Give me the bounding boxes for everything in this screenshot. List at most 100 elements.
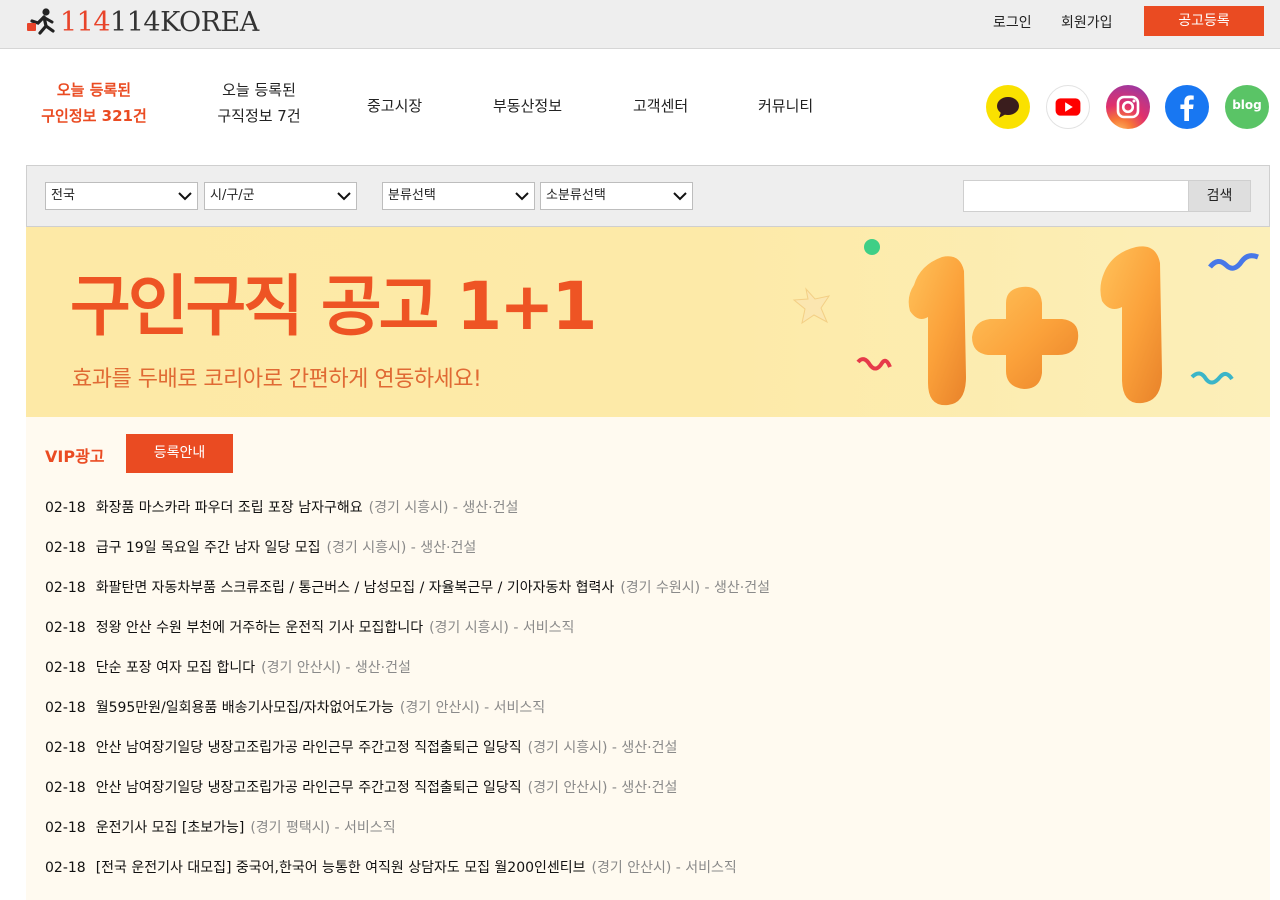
job-list-item[interactable]: 02-18 화장품 마스카라 파우더 조립 포장 남자구해요 (경기 시흥시) - …: [45, 497, 518, 519]
job-list-item[interactable]: 02-18 급구 19일 목요일 주간 남자 일당 모집 (경기 시흥시) - 생산…: [45, 537, 476, 559]
job-title: [전국 운전기사 대모집] 중국어,한국어 능통한 여직원 상담자도 모집 월2…: [95, 860, 586, 876]
job-location: (경기 시흥시): [326, 540, 407, 556]
promo-banner[interactable]: 구인구직 공고 1+1 효과를 두배로 코리아로 간편하게 연동하세요!: [26, 227, 1270, 417]
nav-today-seeking-line1: 오늘 등록된: [222, 81, 296, 99]
one-plus-one-illustration: [792, 239, 1259, 406]
job-date: 02-18: [45, 660, 86, 676]
nav-today-hiring-line2: 구인정보 321건: [41, 107, 147, 125]
job-date: 02-18: [45, 500, 86, 516]
job-title: 월595만원/일회용품 배송기사모집/자차없어도가능: [95, 700, 394, 716]
job-location: (경기 안산시): [591, 860, 672, 876]
job-category: - 생산·건설: [611, 740, 678, 756]
youtube-icon[interactable]: [1046, 85, 1090, 129]
nav-today-seeking-line2: 구직정보 7건: [217, 107, 301, 125]
logo-text: 114114KOREA: [60, 7, 259, 38]
search-button[interactable]: 검색: [1188, 180, 1251, 212]
nav-customer-center[interactable]: 고객센터: [633, 93, 688, 119]
job-category: - 생산·건설: [611, 780, 678, 796]
job-location: (경기 시흥시): [527, 740, 608, 756]
search-bar: 전국 시/구/군 분류선택 소분류선택 검색: [26, 165, 1270, 227]
job-date: 02-18: [45, 780, 86, 796]
blog-label: blog: [1232, 98, 1262, 112]
job-category: - 생산·건설: [704, 580, 771, 596]
job-location: (경기 시흥시): [429, 620, 509, 636]
job-location: (경기 평택시): [250, 820, 331, 836]
job-title: 안산 남여장기일당 냉장고조립가공 라인근무 주간고정 직접출퇴근 일당직: [95, 740, 522, 756]
district-select-value: 시/구/군: [210, 188, 255, 203]
job-date: 02-18: [45, 580, 86, 596]
category-select[interactable]: 분류선택: [382, 182, 535, 210]
job-list-item[interactable]: 02-18 단순 포장 여자 모집 합니다 (경기 안산시) - 생산·건설: [45, 657, 411, 679]
job-list-item[interactable]: 02-18 정왕 안산 수원 부천에 거주하는 운전직 기사 모집합니다 (경기 시…: [45, 617, 574, 639]
subcategory-select-value: 소분류선택: [546, 188, 606, 203]
district-select[interactable]: 시/구/군: [204, 182, 357, 210]
facebook-f-icon: [1180, 95, 1194, 121]
kakao-bubble-icon: [997, 97, 1019, 118]
job-list-item[interactable]: 02-18 월595만원/일회용품 배송기사모집/자차없어도가능 (경기 안산시) …: [45, 697, 545, 719]
chevron-down-icon: [673, 192, 687, 201]
blog-icon[interactable]: blog: [1225, 85, 1269, 129]
facebook-icon[interactable]: [1165, 85, 1209, 129]
job-date: 02-18: [45, 700, 86, 716]
job-date: 02-18: [45, 540, 86, 556]
job-category: - 서비스직: [513, 620, 575, 636]
youtube-play-icon: [1055, 98, 1081, 116]
job-date: 02-18: [45, 620, 86, 636]
nav-today-hiring-line1: 오늘 등록된: [56, 81, 132, 99]
job-list-item[interactable]: 02-18 안산 남여장기일당 냉장고조립가공 라인근무 주간고정 직접출퇴근 일…: [45, 737, 677, 759]
job-category: - 서비스직: [675, 860, 737, 876]
chevron-down-icon: [178, 192, 192, 201]
job-location: (경기 안산시): [399, 700, 480, 716]
chevron-down-icon: [337, 192, 351, 201]
subcategory-select[interactable]: 소분류선택: [540, 182, 693, 210]
region-select-value: 전국: [51, 188, 75, 203]
job-location: (경기 시흥시): [368, 500, 449, 516]
job-category: - 생산·건설: [452, 500, 519, 516]
banner-title: 구인구직 공고 1+1: [70, 268, 597, 345]
job-date: 02-18: [45, 740, 86, 756]
registration-info-button[interactable]: 등록안내: [126, 434, 233, 473]
job-title: 급구 19일 목요일 주간 남자 일당 모집: [95, 540, 321, 556]
job-category: - 서비스직: [334, 820, 396, 836]
instagram-icon[interactable]: [1106, 85, 1150, 129]
job-category: - 서비스직: [484, 700, 546, 716]
job-title: 정왕 안산 수원 부천에 거주하는 운전직 기사 모집합니다: [95, 620, 424, 636]
nav-real-estate[interactable]: 부동산정보: [493, 93, 562, 119]
job-category: - 생산·건설: [345, 660, 411, 676]
job-title: 안산 남여장기일당 냉장고조립가공 라인근무 주간고정 직접출퇴근 일당직: [95, 780, 522, 796]
job-list-item[interactable]: 02-18 [전국 운전기사 대모집] 중국어,한국어 능통한 여직원 상담자도 …: [45, 857, 737, 879]
job-list-item[interactable]: 02-18 안산 남여장기일당 냉장고조립가공 라인근무 주간고정 직접출퇴근 일…: [45, 777, 677, 799]
logo-text-suffix: 114KOREA: [110, 6, 259, 38]
job-title: 화팔탄면 자동차부품 스크류조립 / 통근버스 / 남성모집 / 자율복근무 /…: [95, 580, 615, 596]
nav-today-seeking[interactable]: 오늘 등록된 구직정보 7건: [184, 77, 334, 129]
job-title: 화장품 마스카라 파우더 조립 포장 남자구해요: [95, 500, 363, 516]
search-input[interactable]: [963, 180, 1189, 212]
job-date: 02-18: [45, 820, 86, 836]
nav-used-market[interactable]: 중고시장: [367, 93, 422, 119]
signup-link[interactable]: 회원가입: [1061, 12, 1113, 32]
job-title: 단순 포장 여자 모집 합니다: [95, 660, 256, 676]
logo-runner-icon: [27, 8, 55, 35]
job-location: (경기 안산시): [261, 660, 341, 676]
chevron-down-icon: [515, 192, 529, 201]
category-select-value: 분류선택: [388, 188, 436, 203]
top-bar: 114114KOREA 로그인 회원가입 공고등록: [0, 0, 1280, 49]
instagram-camera-icon: [1116, 95, 1140, 119]
banner-subtitle: 효과를 두배로 코리아로 간편하게 연동하세요!: [72, 367, 482, 392]
kakao-icon[interactable]: [986, 85, 1030, 129]
nav-today-hiring[interactable]: 오늘 등록된 구인정보 321건: [19, 77, 169, 129]
job-list-item[interactable]: 02-18 운전기사 모집 [초보가능] (경기 평택시) - 서비스직: [45, 817, 396, 839]
job-category: - 생산·건설: [410, 540, 477, 556]
post-ad-button[interactable]: 공고등록: [1144, 6, 1264, 36]
job-location: (경기 안산시): [527, 780, 608, 796]
job-title: 운전기사 모집 [초보가능]: [95, 820, 245, 836]
login-link[interactable]: 로그인: [993, 12, 1032, 32]
nav-community[interactable]: 커뮤니티: [758, 93, 813, 119]
job-location: (경기 수원시): [620, 580, 701, 596]
region-select[interactable]: 전국: [45, 182, 198, 210]
vip-ad-section: VIP광고 등록안내 02-18 화장품 마스카라 파우더 조립 포장 남자구해요…: [26, 417, 1270, 900]
site-logo[interactable]: 114114KOREA: [26, 6, 259, 38]
vip-ad-label: VIP광고: [45, 447, 105, 466]
job-date: 02-18: [45, 860, 86, 876]
job-list-item[interactable]: 02-18 화팔탄면 자동차부품 스크류조립 / 통근버스 / 남성모집 / 자율…: [45, 577, 770, 599]
